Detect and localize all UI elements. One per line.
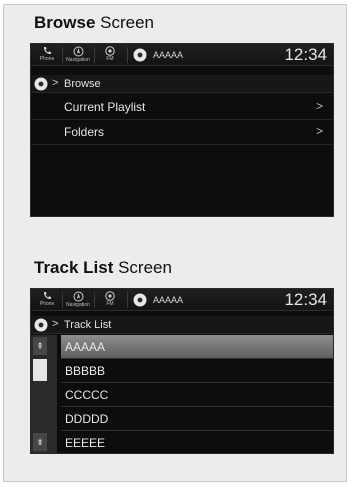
clock: 12:34 — [284, 290, 327, 309]
track-row[interactable]: CCCCC — [61, 383, 333, 407]
track-row[interactable]: EEEEE — [61, 431, 333, 453]
track-row[interactable]: BBBBB — [61, 359, 333, 383]
track-label: DDDDD — [65, 412, 109, 426]
browse-screen: Phone Navigation FM AAAAA 12:34 > Browse… — [30, 43, 334, 217]
browse-section-title: Browse Screen — [34, 13, 154, 33]
phone-icon — [43, 292, 51, 300]
fm-label: FM — [106, 56, 114, 62]
navigation-icon — [73, 291, 83, 302]
status-divider — [127, 47, 128, 63]
phone-button[interactable]: Phone — [33, 46, 61, 66]
track-list-screen: Phone Navigation FM AAAAA 12:34 > Track … — [30, 288, 334, 454]
status-divider — [62, 47, 63, 63]
navigation-label: Navigation — [66, 302, 90, 308]
breadcrumb: > Browse — [31, 75, 333, 93]
navigation-button[interactable]: Navigation — [64, 46, 92, 66]
navigation-label: Navigation — [66, 57, 90, 63]
menu-item-current-playlist[interactable]: Current Playlist > — [31, 95, 333, 120]
menu-item-folders[interactable]: Folders > — [31, 120, 333, 145]
fm-icon — [105, 291, 115, 301]
disc-icon — [34, 77, 48, 91]
menu-item-label: Current Playlist — [64, 100, 146, 114]
status-divider — [62, 292, 63, 308]
source-text: AAAAA — [153, 295, 184, 305]
status-divider — [127, 292, 128, 308]
scroll-up-icon[interactable]: ⇞ — [33, 337, 47, 355]
chevron-right-icon: > — [315, 124, 323, 138]
status-bar: Phone Navigation FM AAAAA 12:34 — [31, 289, 333, 311]
section-title-rest: Screen — [95, 13, 155, 32]
track-list-section-title: Track List Screen — [34, 258, 172, 278]
breadcrumb-separator: > — [52, 77, 59, 89]
menu-item-label: Folders — [64, 125, 105, 139]
scroll-thumb[interactable] — [33, 359, 47, 381]
fm-icon — [105, 46, 115, 56]
status-divider — [94, 292, 95, 308]
disc-icon — [34, 318, 48, 332]
phone-icon — [43, 47, 51, 55]
track-label: BBBBB — [65, 364, 106, 378]
navigation-icon — [73, 46, 83, 57]
disc-icon — [133, 293, 147, 307]
section-title-rest: Screen — [113, 258, 172, 277]
fm-button[interactable]: FM — [96, 291, 124, 311]
disc-icon — [133, 48, 147, 62]
section-title-bold: Track List — [34, 258, 114, 277]
scrollbar[interactable]: ⇞ ⇟ — [31, 335, 57, 453]
scroll-down-icon[interactable]: ⇟ — [33, 433, 47, 451]
breadcrumb: > Track List — [31, 316, 333, 334]
breadcrumb-text: Track List — [64, 319, 112, 331]
track-label: EEEEE — [65, 436, 106, 450]
navigation-button[interactable]: Navigation — [64, 291, 92, 311]
track-label: CCCCC — [65, 388, 109, 402]
track-row[interactable]: DDDDD — [61, 407, 333, 431]
source-text: AAAAA — [153, 50, 184, 60]
phone-label: Phone — [39, 56, 55, 62]
phone-label: Phone — [39, 301, 55, 307]
phone-button[interactable]: Phone — [33, 291, 61, 311]
clock: 12:34 — [284, 45, 327, 64]
breadcrumb-text: Browse — [64, 78, 101, 90]
chevron-right-icon: > — [315, 99, 323, 113]
page: Browse Screen Phone Navigation FM AAAAA … — [3, 4, 347, 482]
track-label: AAAAA — [65, 340, 106, 354]
status-divider — [94, 47, 95, 63]
section-title-bold: Browse — [34, 13, 96, 32]
status-bar: Phone Navigation FM AAAAA 12:34 — [31, 44, 333, 66]
fm-button[interactable]: FM — [96, 46, 124, 66]
track-row-selected[interactable]: AAAAA — [61, 335, 333, 359]
fm-label: FM — [106, 301, 114, 307]
breadcrumb-separator: > — [52, 318, 59, 330]
